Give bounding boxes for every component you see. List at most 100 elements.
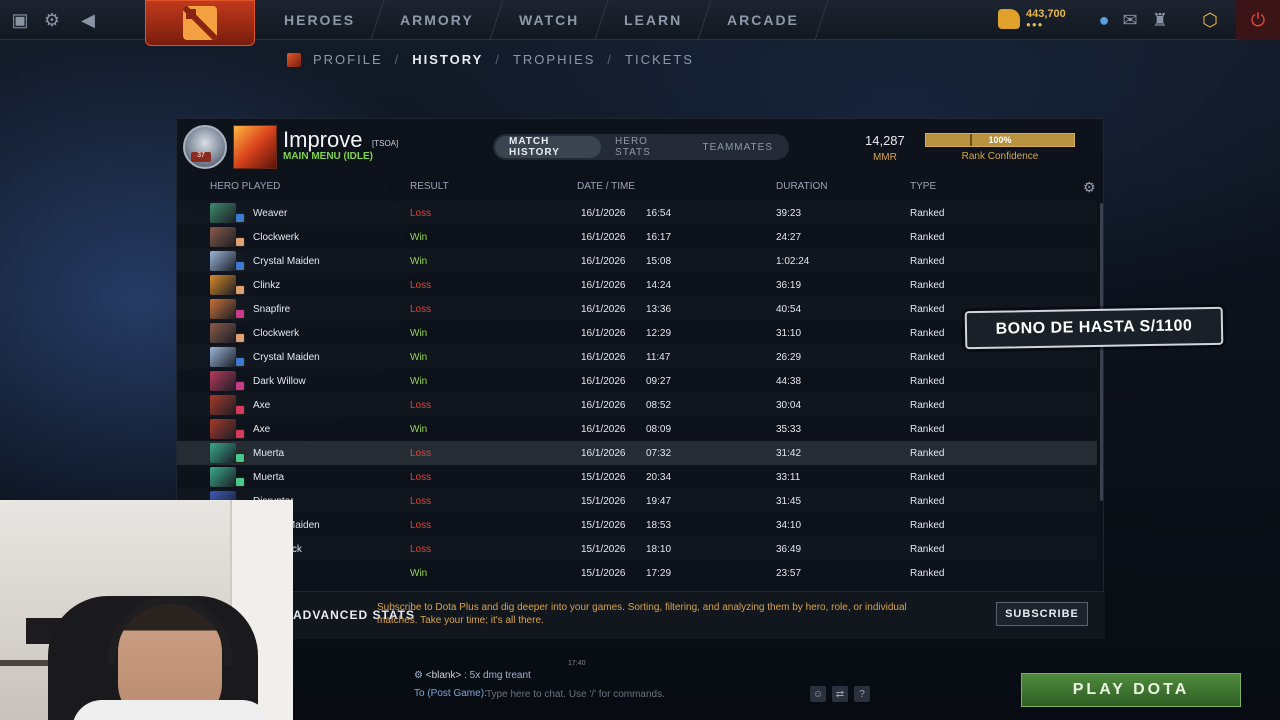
hero-icon bbox=[210, 395, 236, 415]
match-date: 15/1/2026 bbox=[581, 472, 626, 483]
dota-logo-button[interactable] bbox=[145, 0, 255, 46]
match-time: 13:36 bbox=[646, 304, 672, 315]
subscribe-button[interactable]: SUBSCRIBE bbox=[996, 602, 1088, 626]
table-row[interactable]: Muerta Loss 16/1/2026 07:32 31:42 Ranked bbox=[177, 441, 1097, 465]
top-bar: ▣ ⚙ ◀ HEROES ARMORY WATCH LEARN ARCADE 4… bbox=[0, 0, 1280, 46]
table-row[interactable]: Crystal MaidenLoss15/1/202618:5334:10Ran… bbox=[177, 513, 1097, 537]
settings-gear-icon[interactable]: ⚙ bbox=[40, 8, 64, 32]
chat-avatar-icon: ⚙ bbox=[414, 670, 423, 681]
hero-icon bbox=[210, 347, 236, 367]
rank-medal-icon[interactable] bbox=[183, 125, 227, 169]
subnav-tickets[interactable]: TICKETS bbox=[625, 52, 694, 67]
match-type: Ranked bbox=[910, 544, 945, 555]
table-row[interactable]: Clockwerk Win 16/1/2026 12:29 31:10 Ranked bbox=[177, 321, 1097, 345]
settings-gear-icon[interactable]: ⚙ bbox=[1083, 179, 1096, 196]
tab-match-history[interactable]: MATCH HISTORY bbox=[495, 136, 602, 158]
match-type: Ranked bbox=[910, 496, 945, 507]
hero-name: Crystal Maiden bbox=[253, 256, 320, 267]
gold-display[interactable]: 443,700 ●●● bbox=[998, 8, 1066, 29]
history-tabs: MATCH HISTORY HERO STATS TEAMMATES bbox=[493, 134, 789, 160]
nav-watch[interactable]: WATCH bbox=[490, 0, 609, 40]
match-time: 11:47 bbox=[646, 352, 671, 363]
role-badge-icon bbox=[235, 405, 245, 415]
chat-channel-label[interactable]: To (Post Game): bbox=[414, 688, 487, 699]
chat-text: : 5x dmg treant bbox=[464, 670, 531, 681]
match-time: 09:27 bbox=[646, 376, 672, 387]
match-result: Win bbox=[410, 568, 428, 579]
match-duration: 40:54 bbox=[776, 304, 802, 315]
hero-name: Dark Willow bbox=[253, 376, 306, 387]
mmr-label: MMR bbox=[872, 152, 897, 163]
table-row[interactable]: Clockwerk Win 16/1/2026 16:17 24:27 Ranked bbox=[177, 225, 1097, 249]
help-icon[interactable]: ? bbox=[854, 686, 870, 702]
emoji-icon[interactable]: ☺ bbox=[810, 686, 826, 702]
tab-teammates[interactable]: TEAMMATES bbox=[689, 136, 787, 158]
chat-input-row: To (Post Game): ☺ ⇄ ? bbox=[414, 686, 870, 704]
match-type: Ranked bbox=[910, 520, 945, 531]
upsell-text: Subscribe to Dota Plus and dig deeper in… bbox=[377, 602, 907, 626]
subnav-trophies[interactable]: TROPHIES bbox=[513, 52, 595, 67]
col-duration[interactable]: DURATION bbox=[776, 181, 827, 192]
hero-name: Clockwerk bbox=[253, 328, 300, 339]
col-datetime[interactable]: DATE / TIME bbox=[577, 181, 635, 192]
match-type: Ranked bbox=[910, 376, 945, 387]
match-date: 16/1/2026 bbox=[581, 448, 626, 459]
nav-learn[interactable]: LEARN bbox=[595, 0, 712, 40]
subnav-profile[interactable]: PROFILE bbox=[313, 52, 383, 67]
dota-logo-icon[interactable]: ▣ bbox=[8, 8, 32, 32]
hero-icon bbox=[210, 299, 236, 319]
col-type[interactable]: TYPE bbox=[910, 181, 936, 192]
hero-portrait bbox=[233, 125, 277, 169]
tab-hero-stats[interactable]: HERO STATS bbox=[601, 136, 688, 158]
col-result[interactable]: RESULT bbox=[410, 181, 449, 192]
play-dota-button[interactable]: PLAY DOTA bbox=[1021, 673, 1241, 707]
col-hero[interactable]: HERO PLAYED bbox=[210, 181, 280, 192]
nav-arcade[interactable]: ARCADE bbox=[698, 0, 829, 40]
armory-icon[interactable]: ♜ bbox=[1148, 8, 1172, 32]
dota-plus-icon[interactable]: ⬡ bbox=[1198, 8, 1222, 32]
match-result: Loss bbox=[410, 448, 432, 459]
nav-armory[interactable]: ARMORY bbox=[371, 0, 504, 40]
chat-input[interactable] bbox=[486, 686, 806, 702]
match-duration: 35:33 bbox=[776, 424, 802, 435]
table-row[interactable]: BristlebackLoss15/1/202618:1036:49Ranked bbox=[177, 537, 1097, 561]
mail-icon[interactable]: ✉ bbox=[1118, 8, 1142, 32]
match-type: Ranked bbox=[910, 424, 945, 435]
match-time: 12:29 bbox=[646, 328, 672, 339]
table-row[interactable]: Muerta Loss 15/1/2026 20:34 33:11 Ranked bbox=[177, 465, 1097, 489]
player-tag: [TSOA] bbox=[372, 139, 399, 148]
table-row[interactable]: Axe Loss 16/1/2026 08:52 30:04 Ranked bbox=[177, 393, 1097, 417]
table-row[interactable]: DisruptorLoss15/1/202619:4731:45Ranked bbox=[177, 489, 1097, 513]
table-row[interactable]: Snapfire Loss 16/1/2026 13:36 40:54 Ranked bbox=[177, 297, 1097, 321]
match-list: Weaver Loss 16/1/2026 16:54 39:23 Ranked Clock… bbox=[177, 201, 1097, 585]
rank-confidence: 100% Rank Confidence bbox=[925, 133, 1075, 162]
avatar[interactable] bbox=[287, 52, 301, 67]
back-arrow-icon[interactable]: ◀ bbox=[76, 8, 100, 32]
scrollbar[interactable] bbox=[1100, 203, 1103, 501]
match-date: 16/1/2026 bbox=[581, 304, 626, 315]
table-row[interactable]: Axe Win 16/1/2026 08:09 35:33 Ranked bbox=[177, 417, 1097, 441]
hero-icon bbox=[210, 203, 236, 223]
chat-message: ⚙ <blank> : 5x dmg treant bbox=[414, 670, 531, 681]
subnav-history[interactable]: HISTORY bbox=[412, 52, 483, 67]
hero-icon bbox=[210, 323, 236, 343]
profile-header: 37 Improve [TSOA] MAIN MENU (IDLE) MATCH… bbox=[177, 119, 1105, 175]
match-result: Win bbox=[410, 256, 428, 267]
match-time: 16:54 bbox=[646, 208, 672, 219]
match-type: Ranked bbox=[910, 280, 945, 291]
nav-learn-label: LEARN bbox=[624, 12, 683, 28]
table-row[interactable]: Crystal Maiden Win 16/1/2026 11:47 26:29 Rank… bbox=[177, 345, 1097, 369]
nav-armory-label: ARMORY bbox=[400, 12, 474, 28]
nav-heroes[interactable]: HEROES bbox=[255, 0, 385, 40]
table-row[interactable]: Weaver Loss 16/1/2026 16:54 39:23 Ranked bbox=[177, 201, 1097, 225]
table-row[interactable]: Clinkz Loss 16/1/2026 14:24 36:19 Ranked bbox=[177, 273, 1097, 297]
table-row[interactable]: WeaverWin15/1/202617:2923:57Ranked bbox=[177, 561, 1097, 585]
advanced-stats-upsell: ADVANCED STATS Subscribe to Dota Plus an… bbox=[177, 591, 1105, 639]
match-date: 16/1/2026 bbox=[581, 232, 626, 243]
table-row[interactable]: Crystal Maiden Win 16/1/2026 15:08 1:02:24 Ra… bbox=[177, 249, 1097, 273]
translate-icon[interactable]: ⇄ bbox=[832, 686, 848, 702]
table-row[interactable]: Dark Willow Win 16/1/2026 09:27 44:38 Ranked bbox=[177, 369, 1097, 393]
hero-icon bbox=[210, 419, 236, 439]
chat-bubble-icon[interactable]: ● bbox=[1092, 8, 1116, 32]
power-icon[interactable]: ⏻ bbox=[1236, 0, 1280, 40]
